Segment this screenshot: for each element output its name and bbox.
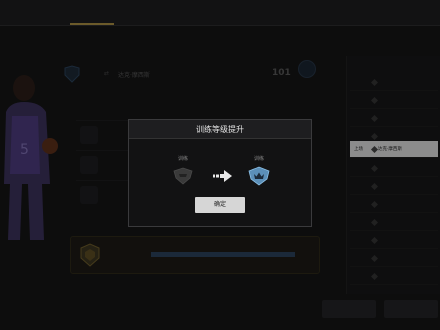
level-up-modal: 训练等级提升 训练 训练 确定 <box>128 119 312 227</box>
modal-header: 训练等级提升 <box>129 120 311 139</box>
to-level-label: 训练 <box>253 156 264 162</box>
modal-title: 训练等级提升 <box>196 125 244 134</box>
rank-shield-blue-crown-icon <box>248 166 270 186</box>
confirm-button[interactable]: 确定 <box>195 197 245 213</box>
from-level-label: 训练 <box>177 156 188 162</box>
top-tab-bar <box>0 0 440 26</box>
active-tab-underline <box>70 23 114 25</box>
rank-shield-dark-icon <box>173 167 193 185</box>
right-arrow-icon <box>213 170 232 182</box>
